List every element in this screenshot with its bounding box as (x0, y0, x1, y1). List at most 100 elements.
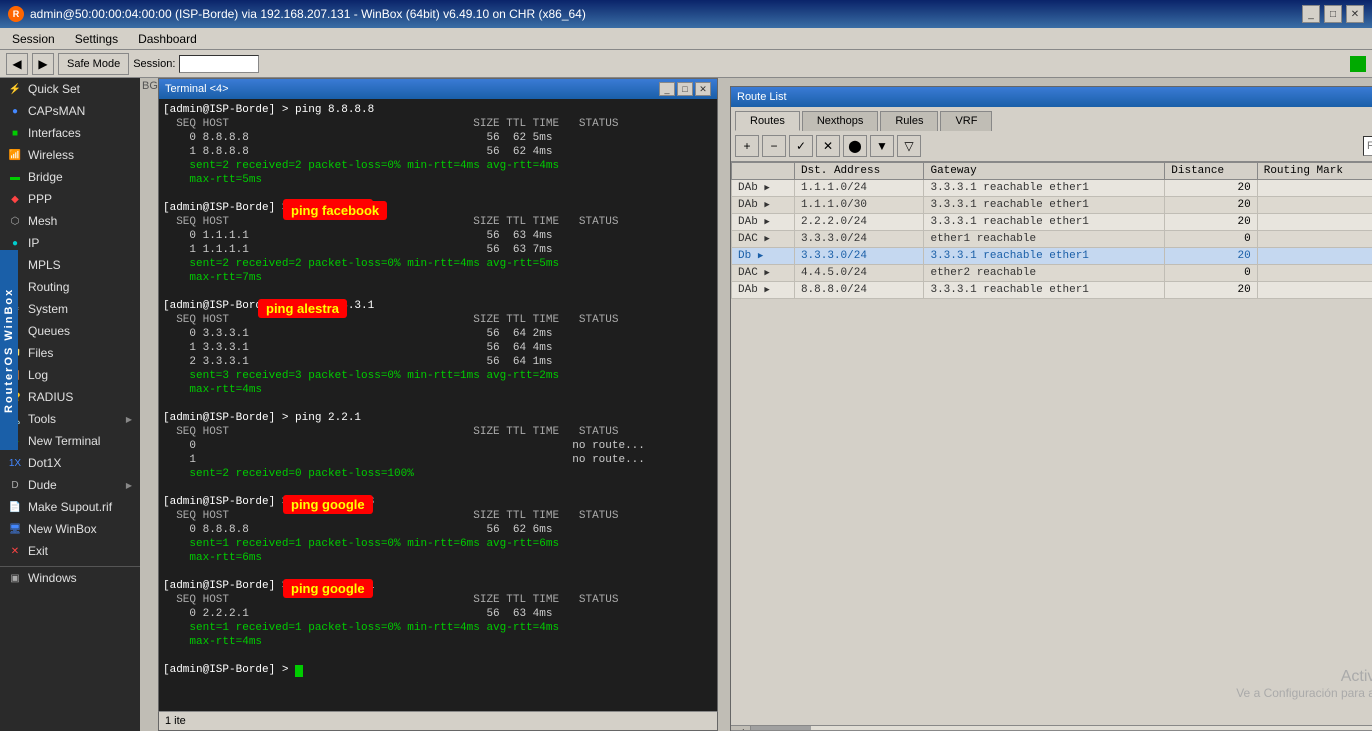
col-mark[interactable]: Routing Mark (1257, 163, 1372, 180)
table-row[interactable]: DAC ▶ 3.3.3.0/24 ether1 reachable 0 3.3.… (732, 231, 1372, 248)
back-button[interactable]: ◀ (6, 53, 28, 75)
col-gateway[interactable]: Gateway (924, 163, 1165, 180)
sidebar-label-quickset: Quick Set (28, 82, 80, 96)
sidebar-item-dot1x[interactable]: 1X Dot1X (0, 452, 140, 474)
bridge-icon: ▬ (8, 170, 22, 184)
maximize-button[interactable]: □ (1324, 5, 1342, 23)
sidebar-item-system[interactable]: ⚙ System (0, 298, 140, 320)
minimize-button[interactable]: _ (1302, 5, 1320, 23)
sidebar-label-exit: Exit (28, 544, 48, 558)
table-row[interactable]: DAb ▶ 1.1.1.0/24 3.3.3.1 reachable ether… (732, 180, 1372, 197)
terminal-line: 0 3.3.3.1 56 64 2ms (163, 327, 713, 341)
terminal-line: 1 1.1.1.1 56 63 7ms (163, 243, 713, 257)
sidebar-label-mpls: MPLS (28, 258, 61, 272)
sidebar-item-mesh[interactable]: ⬡ Mesh (0, 210, 140, 232)
remove-route-button[interactable]: − (762, 135, 786, 157)
sidebar-item-dude[interactable]: D Dude (0, 474, 140, 496)
sidebar-item-newwinbox[interactable]: 🖥 New WinBox (0, 518, 140, 540)
col-distance[interactable]: Distance (1165, 163, 1257, 180)
dude-icon: D (8, 478, 22, 492)
sidebar-item-newterminal[interactable]: ▶ New Terminal (0, 430, 140, 452)
route-search-input[interactable] (1363, 136, 1372, 156)
sidebar-item-bridge[interactable]: ▬ Bridge (0, 166, 140, 188)
sidebar-label-wireless: Wireless (28, 148, 74, 162)
row-distance: 20 (1165, 214, 1257, 231)
table-row[interactable]: DAb ▶ 1.1.1.0/30 3.3.3.1 reachable ether… (732, 197, 1372, 214)
sidebar-label-radius: RADIUS (28, 390, 73, 404)
add-route-button[interactable]: + (735, 135, 759, 157)
session-input[interactable] (179, 55, 259, 73)
terminal-line: 1 8.8.8.8 56 62 4ms (163, 145, 713, 159)
sidebar-item-exit[interactable]: ✕ Exit (0, 540, 140, 562)
sort-route-button[interactable]: ▼ (870, 135, 894, 157)
route-tabs: Routes Nexthops Rules VRF (731, 107, 1372, 131)
sidebar-label-dot1x: Dot1X (28, 456, 61, 470)
tab-vrf[interactable]: VRF (940, 111, 992, 131)
menu-settings[interactable]: Settings (67, 30, 126, 48)
tab-routes[interactable]: Routes (735, 111, 800, 131)
sidebar-label-ppp: PPP (28, 192, 52, 206)
tab-rules[interactable]: Rules (880, 111, 938, 131)
ppp-icon: ◆ (8, 192, 22, 206)
ping-google-label-3: ping google (283, 579, 373, 598)
terminal-line: 0 8.8.8.8 56 62 5ms (163, 131, 713, 145)
sidebar-item-routing[interactable]: ● Routing (0, 276, 140, 298)
table-row[interactable]: DAC ▶ 4.4.5.0/24 ether2 reachable 0 4.4.… (732, 265, 1372, 282)
disable-route-button[interactable]: ✕ (816, 135, 840, 157)
sidebar-item-windows[interactable]: ▣ Windows (0, 567, 140, 589)
menu-session[interactable]: Session (4, 30, 63, 48)
sidebar-item-capsman[interactable]: ● CAPsMAN (0, 100, 140, 122)
terminal-line: [admin@ISP-Borde] > ping 3.3.3.1 (163, 299, 713, 313)
row-mark (1257, 265, 1372, 282)
sidebar-item-tools[interactable]: 🔧 Tools (0, 408, 140, 430)
cursor (295, 665, 303, 677)
copy-route-button[interactable]: ⬤ (843, 135, 867, 157)
sidebar-label-ip: IP (28, 236, 39, 250)
sidebar-item-makesupout[interactable]: 📄 Make Supout.rif (0, 496, 140, 518)
row-gateway: ether1 reachable (924, 231, 1165, 248)
terminal-minimize-button[interactable]: _ (659, 82, 675, 96)
sidebar-item-ppp[interactable]: ◆ PPP (0, 188, 140, 210)
exit-icon: ✕ (8, 544, 22, 558)
menu-bar: Session Settings Dashboard (0, 28, 1372, 50)
sidebar-item-quickset[interactable]: ⚡ Quick Set (0, 78, 140, 100)
terminal-line: SEQ HOST SIZE TTL TIME STATUS (163, 425, 713, 439)
tab-nexthops[interactable]: Nexthops (802, 111, 878, 131)
sidebar-item-files[interactable]: 📁 Files (0, 342, 140, 364)
menu-dashboard[interactable]: Dashboard (130, 30, 205, 48)
safe-mode-button[interactable]: Safe Mode (58, 53, 129, 75)
terminal-window-controls[interactable]: _ □ ✕ (659, 82, 711, 96)
terminal-title-bar: Terminal <4> _ □ ✕ (159, 79, 717, 99)
terminal-line: max-rtt=4ms (163, 635, 713, 649)
forward-button[interactable]: ▶ (32, 53, 54, 75)
title-bar-controls[interactable]: _ □ ✕ (1302, 5, 1364, 23)
enable-route-button[interactable]: ✓ (789, 135, 813, 157)
row-dst: 3.3.3.0/24 (794, 248, 924, 265)
sidebar-item-interfaces[interactable]: ■ Interfaces (0, 122, 140, 144)
terminal-line: sent=1 received=1 packet-loss=0% min-rtt… (163, 621, 713, 635)
terminal-close-button[interactable]: ✕ (695, 82, 711, 96)
connection-indicator (1350, 56, 1366, 72)
table-row[interactable]: Db ▶ 3.3.3.0/24 3.3.3.1 reachable ether1… (732, 248, 1372, 265)
sidebar-item-log[interactable]: 📋 Log (0, 364, 140, 386)
row-gateway: 3.3.3.1 reachable ether1 (924, 282, 1165, 299)
route-search: all (1363, 136, 1372, 156)
sidebar-item-wireless[interactable]: 📶 Wireless (0, 144, 140, 166)
sidebar-label-bridge: Bridge (28, 170, 63, 184)
bg-label: BG (142, 80, 158, 92)
sidebar-item-ip[interactable]: ● IP (0, 232, 140, 254)
row-mark (1257, 231, 1372, 248)
sidebar-item-mpls[interactable]: ● MPLS (0, 254, 140, 276)
table-row[interactable]: DAb ▶ 2.2.2.0/24 3.3.3.1 reachable ether… (732, 214, 1372, 231)
terminal-line: 1 3.3.3.1 56 64 4ms (163, 341, 713, 355)
filter-route-button[interactable]: ▽ (897, 135, 921, 157)
sidebar-item-radius[interactable]: 🔐 RADIUS (0, 386, 140, 408)
sidebar-label-files: Files (28, 346, 53, 360)
sidebar-item-queues[interactable]: ≡ Queues (0, 320, 140, 342)
table-row[interactable]: DAb ▶ 8.8.8.0/24 3.3.3.1 reachable ether… (732, 282, 1372, 299)
terminal-maximize-button[interactable]: □ (677, 82, 693, 96)
row-distance: 0 (1165, 231, 1257, 248)
terminal-line: sent=2 received=2 packet-loss=0% min-rtt… (163, 159, 713, 173)
close-button[interactable]: ✕ (1346, 5, 1364, 23)
col-dst[interactable]: Dst. Address (794, 163, 924, 180)
